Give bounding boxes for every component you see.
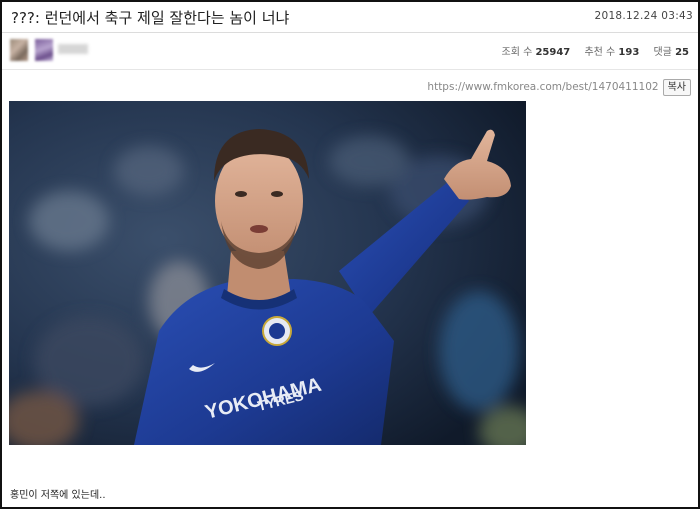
author-level-icon [35,39,53,61]
views-label: 조회 수 [501,47,533,58]
author-nickname-blurred[interactable] [58,44,88,54]
post-date: 2018.12.24 03:43 [594,10,693,22]
views-count: 25947 [535,47,571,58]
copy-link-button[interactable]: 복사 [662,78,691,96]
recommend-label: 추천 수 [584,47,616,58]
author-avatar[interactable] [10,39,28,61]
post-stats: 조회 수 25947 추천 수 193 댓글 25 [502,43,690,58]
post-container: ???: 런던에서 축구 제일 잘한다는 놈이 너냐 2018.12.24 03… [0,0,700,509]
permalink-row: https://www.fmkorea.com/best/1470411102 … [427,78,691,96]
recommend-count: 193 [618,47,640,58]
football-player-photo: YOKOHAMA TYRES [9,101,526,445]
comments-label: 댓글 [653,47,672,58]
post-body: 홍민이 저쪽에 있는데.. [10,490,106,501]
post-image[interactable]: YOKOHAMA TYRES [9,101,526,445]
permalink-url[interactable]: https://www.fmkorea.com/best/1470411102 [427,81,658,93]
post-title[interactable]: ???: 런던에서 축구 제일 잘한다는 놈이 너냐 [11,7,289,28]
comments-count: 25 [675,47,689,58]
post-header: ???: 런던에서 축구 제일 잘한다는 놈이 너냐 2018.12.24 03… [2,2,698,33]
post-meta: 조회 수 25947 추천 수 193 댓글 25 [2,33,698,70]
